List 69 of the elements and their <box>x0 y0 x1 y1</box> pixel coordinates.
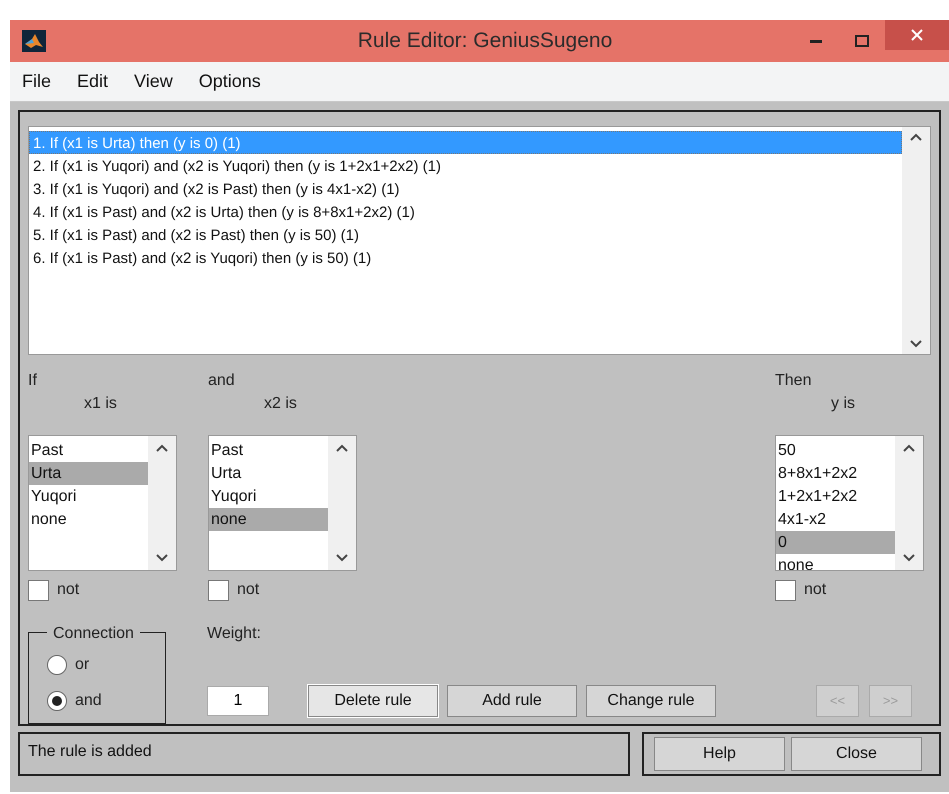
list-item[interactable]: Yuqori <box>29 485 148 508</box>
rule-button[interactable]: Change rule <box>586 685 716 717</box>
chevron-down-icon <box>336 554 348 562</box>
rule-button[interactable]: Add rule <box>447 685 577 717</box>
list-item[interactable]: 0 <box>776 531 895 554</box>
close-button[interactable] <box>885 20 949 50</box>
close-icon <box>911 29 923 41</box>
variable-label: y is <box>830 394 856 414</box>
radio-button[interactable] <box>47 655 67 675</box>
variable-label: x2 is <box>263 394 298 414</box>
section-label: Then <box>775 371 812 391</box>
chevron-up-icon <box>336 444 348 452</box>
list-box[interactable]: Past Urta Yuqori none <box>208 435 357 571</box>
menu-item[interactable]: Edit <box>77 68 108 95</box>
checkbox[interactable] <box>775 580 796 600</box>
checkbox-label: not <box>237 580 260 600</box>
maximize-icon <box>855 35 869 47</box>
list-box[interactable]: 50 8+8x1+2x2 1+2x1+2x2 4x1-x2 0 none <box>775 435 924 571</box>
minimize-icon <box>810 40 822 42</box>
rule-item[interactable]: 3. If (x1 is Yuqori) and (x2 is Past) then (y is 4x1-x2) (1) <box>29 177 902 200</box>
chevron-down-icon <box>903 554 915 562</box>
list-item[interactable]: Urta <box>29 462 148 485</box>
rule-item[interactable]: 4. If (x1 is Past) and (x2 is Urta) then (y is 8+8x1+2x2) (1) <box>29 200 902 223</box>
radio-button[interactable] <box>47 691 67 711</box>
chevron-down-icon <box>156 554 168 562</box>
status-message: The rule is added <box>18 732 630 776</box>
chevron-up-icon <box>903 444 915 452</box>
rule-item[interactable]: 5. If (x1 is Past) and (x2 is Past) then (y is 50) (1) <box>29 223 902 246</box>
chevron-down-icon <box>910 340 922 348</box>
app-logo-icon <box>22 30 46 52</box>
rule-list[interactable] <box>28 126 931 355</box>
dialog-button[interactable]: Help <box>654 737 785 771</box>
list-item[interactable]: Urta <box>209 462 328 485</box>
window-title: Rule Editor: GeniusSugeno <box>356 28 614 54</box>
list-item[interactable]: none <box>29 508 148 531</box>
scrollbar[interactable] <box>148 436 176 570</box>
dialog-button[interactable]: Close <box>791 737 922 771</box>
scrollbar[interactable] <box>328 436 356 570</box>
list-item[interactable]: Past <box>209 439 328 462</box>
list-item[interactable]: none <box>209 508 328 531</box>
list-item[interactable]: 50 <box>776 439 895 462</box>
variable-label: x1 is <box>83 394 118 414</box>
weight-label: Weight: <box>207 624 262 644</box>
rule-item[interactable]: 2. If (x1 is Yuqori) and (x2 is Yuqori) then (y is 1+2x1+2x2) (1) <box>29 154 902 177</box>
list-item[interactable]: Yuqori <box>209 485 328 508</box>
chevron-up-icon <box>910 133 922 141</box>
section-label: and <box>208 371 236 391</box>
menu-item[interactable]: File <box>22 68 52 95</box>
list-box[interactable]: Past Urta Yuqori none <box>28 435 177 571</box>
checkbox-label: not <box>804 580 826 600</box>
checkbox-label: not <box>57 580 80 600</box>
list-item[interactable]: none <box>776 554 895 570</box>
list-item[interactable]: Past <box>29 439 148 462</box>
list-item[interactable]: 8+8x1+2x2 <box>776 462 895 485</box>
menu-item[interactable]: Options <box>198 68 261 95</box>
checkbox[interactable] <box>28 580 49 600</box>
section-label: If <box>28 371 38 391</box>
scrollbar[interactable] <box>895 436 923 570</box>
checkbox[interactable] <box>208 580 229 600</box>
list-item[interactable]: 4x1-x2 <box>776 508 895 531</box>
radio-label: and <box>75 691 102 711</box>
scrollbar[interactable] <box>902 127 930 354</box>
list-item[interactable]: 1+2x1+2x2 <box>776 485 895 508</box>
weight-field[interactable]: 1 <box>207 686 269 716</box>
chevron-up-icon <box>156 444 168 452</box>
radio-label: or <box>75 655 90 675</box>
menu-item[interactable]: View <box>134 68 173 95</box>
rule-button[interactable]: Delete rule <box>308 685 438 717</box>
rule-item[interactable]: 6. If (x1 is Past) and (x2 is Yuqori) then (y is 50) (1) <box>29 246 902 269</box>
